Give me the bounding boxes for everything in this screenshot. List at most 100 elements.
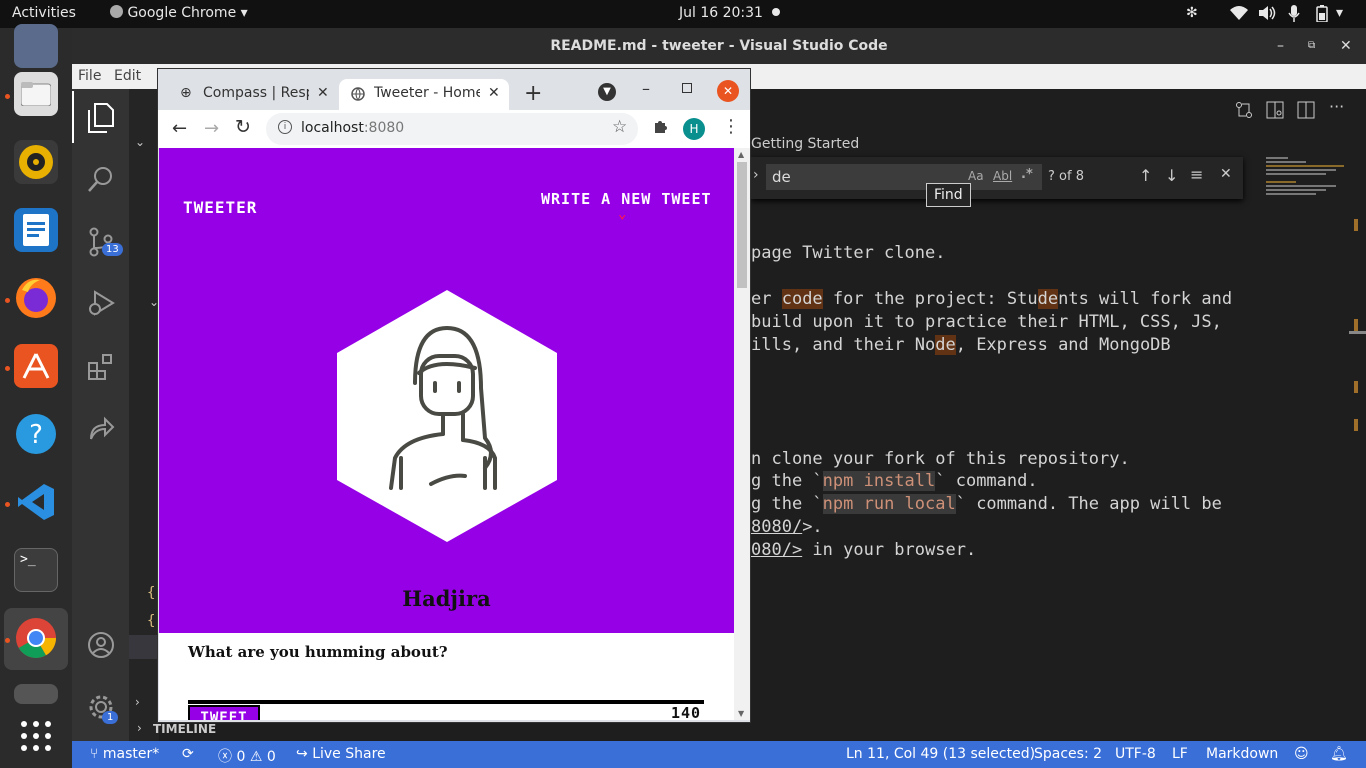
scroll-thumb[interactable] <box>737 162 747 288</box>
find-input[interactable]: de Aa Abl .* <box>766 164 1042 190</box>
scroll-thumb[interactable] <box>1349 331 1366 334</box>
language-mode[interactable]: Markdown <box>1206 746 1278 762</box>
accessibility-icon[interactable]: ✻ <box>1186 5 1198 21</box>
find-in-selection-icon[interactable]: ≡ <box>1190 165 1203 184</box>
close-window-icon[interactable]: ✕ <box>717 80 739 102</box>
wifi-icon[interactable] <box>1230 5 1248 21</box>
gear-icon[interactable]: 1 <box>87 693 119 724</box>
brand-logo[interactable]: TWEETER <box>183 198 257 217</box>
code-line-3[interactable]: build upon it to practice their HTML, CS… <box>751 312 1222 332</box>
split-editor-icon[interactable] <box>1297 101 1315 119</box>
close-find-icon[interactable]: ✕ <box>1220 166 1232 182</box>
scroll-up-arrow-icon[interactable]: ▲ <box>738 150 744 159</box>
live-share-button[interactable]: ↪ Live Share <box>296 746 386 762</box>
chrome-icon[interactable] <box>14 616 58 660</box>
chrome-menu-icon[interactable]: ⋮ <box>722 116 740 137</box>
tab-tweeter[interactable]: Tweeter - Home ✕ <box>339 79 509 111</box>
close-tab-icon[interactable]: ✕ <box>317 85 329 101</box>
minimize-icon[interactable]: – <box>642 79 650 98</box>
timeline-section[interactable]: TIMELINE <box>153 722 216 736</box>
software-icon[interactable] <box>14 344 58 388</box>
explorer-icon[interactable] <box>87 103 115 133</box>
menu-edit[interactable]: Edit <box>114 68 141 84</box>
close-tab-icon[interactable]: ✕ <box>488 85 500 101</box>
maximize-icon[interactable] <box>682 83 692 93</box>
match-whole-word-button[interactable]: Abl <box>993 169 1012 183</box>
battery-icon[interactable] <box>1316 5 1328 22</box>
extensions-icon[interactable] <box>87 353 115 381</box>
code-line-8[interactable]: 8080/>. <box>751 517 823 537</box>
thunderbird-icon[interactable] <box>14 24 58 68</box>
search-icon[interactable] <box>87 165 115 193</box>
omnibox[interactable]: i localhost:8080 ☆ <box>266 113 638 145</box>
files-icon[interactable] <box>14 72 58 116</box>
match-case-button[interactable]: Aa <box>968 169 984 183</box>
code-line-6[interactable]: g the `npm install` command. <box>751 471 1038 491</box>
tab-compass[interactable]: ⊕ Compass | Resp ✕ <box>168 79 338 113</box>
volume-icon[interactable] <box>1258 5 1276 21</box>
code-line-7[interactable]: g the `npm run local` command. The app w… <box>751 494 1222 514</box>
restore-icon[interactable]: ⧉ <box>1308 28 1315 64</box>
previous-match-icon[interactable]: ↑ <box>1139 166 1152 185</box>
apps-grid-icon[interactable] <box>14 714 58 758</box>
clock[interactable]: Jul 16 20:31 <box>679 5 763 21</box>
indentation[interactable]: Spaces: 2 <box>1034 746 1102 762</box>
code-line-2[interactable]: er code for the project: Students will f… <box>751 289 1232 309</box>
double-chevron-down-icon[interactable]: ⌄ <box>618 206 627 222</box>
profile-avatar[interactable]: H <box>683 118 705 140</box>
toggle-replace-icon[interactable]: › <box>753 167 759 183</box>
branch-indicator[interactable]: ⑂ master* <box>90 746 159 762</box>
next-match-icon[interactable]: ↓ <box>1165 166 1178 185</box>
system-menu-chevron-icon[interactable]: ▾ <box>1336 5 1343 21</box>
open-preview-icon[interactable] <box>1266 101 1284 119</box>
minimap[interactable] <box>1266 155 1348 215</box>
compose-textarea[interactable] <box>188 672 703 698</box>
source-control-icon[interactable]: 13 <box>87 227 123 257</box>
sync-icon[interactable]: ⟳ <box>182 746 194 762</box>
close-icon[interactable]: ✕ <box>1340 28 1352 64</box>
code-line-5[interactable]: n clone your fork of this repository. <box>751 449 1130 469</box>
back-arrow-icon[interactable]: ← <box>172 118 187 139</box>
code-line-9[interactable]: 080/> in your browser. <box>751 540 976 560</box>
compare-icon[interactable] <box>1235 101 1253 119</box>
tweet-submit-button[interactable]: TWEET <box>188 705 260 720</box>
forward-arrow-icon[interactable]: → <box>204 118 219 139</box>
writer-icon[interactable] <box>14 208 58 252</box>
encoding[interactable]: UTF-8 <box>1115 746 1156 762</box>
firefox-icon[interactable] <box>14 276 58 320</box>
new-tab-button[interactable]: + <box>524 81 542 106</box>
account-icon[interactable] <box>87 631 115 659</box>
selected-file-row[interactable] <box>129 635 159 659</box>
chevron-down-icon[interactable]: ⌄ <box>135 135 145 149</box>
minimize-icon[interactable]: – <box>1277 28 1284 64</box>
microphone-icon[interactable] <box>1288 5 1300 22</box>
rhythmbox-icon[interactable] <box>14 140 58 184</box>
use-regex-button[interactable]: .* <box>1021 167 1033 182</box>
terminal-icon[interactable]: >_ <box>14 548 58 592</box>
more-actions-icon[interactable]: ··· <box>1329 97 1344 116</box>
extensions-puzzle-icon[interactable] <box>652 118 670 136</box>
editor-tab-getting-started[interactable]: Getting Started <box>751 136 859 152</box>
code-line-1[interactable]: page Twitter clone. <box>751 243 945 263</box>
app-menu[interactable]: Google Chrome ▾ <box>110 5 248 21</box>
scroll-down-arrow-icon[interactable]: ▼ <box>738 709 744 718</box>
chevron-right-icon[interactable]: › <box>135 695 140 709</box>
tab-search-icon[interactable]: ▼ <box>598 83 616 101</box>
activities-button[interactable]: Activities <box>12 5 76 21</box>
info-icon[interactable]: i <box>278 120 292 134</box>
disk-icon[interactable] <box>14 684 58 704</box>
help-icon[interactable]: ? <box>14 412 58 456</box>
notifications-bell-icon[interactable]: 🔔︎ <box>1330 746 1348 762</box>
live-share-icon[interactable] <box>87 415 115 443</box>
feedback-icon[interactable]: ☺ <box>1294 746 1309 762</box>
line-ending[interactable]: LF <box>1172 746 1188 762</box>
chevron-right-icon[interactable]: › <box>137 721 142 735</box>
bookmark-star-icon[interactable]: ☆ <box>612 117 627 137</box>
menu-file[interactable]: File <box>78 68 101 84</box>
problems-indicator[interactable]: ⓧ 0 ⚠ 0 <box>218 746 276 766</box>
reload-icon[interactable]: ↻ <box>235 116 251 138</box>
vscode-icon[interactable] <box>14 480 58 524</box>
run-debug-icon[interactable] <box>87 289 115 317</box>
page-scrollbar[interactable]: ▲ ▼ <box>734 148 750 720</box>
cursor-position[interactable]: Ln 11, Col 49 (13 selected) <box>846 746 1035 762</box>
